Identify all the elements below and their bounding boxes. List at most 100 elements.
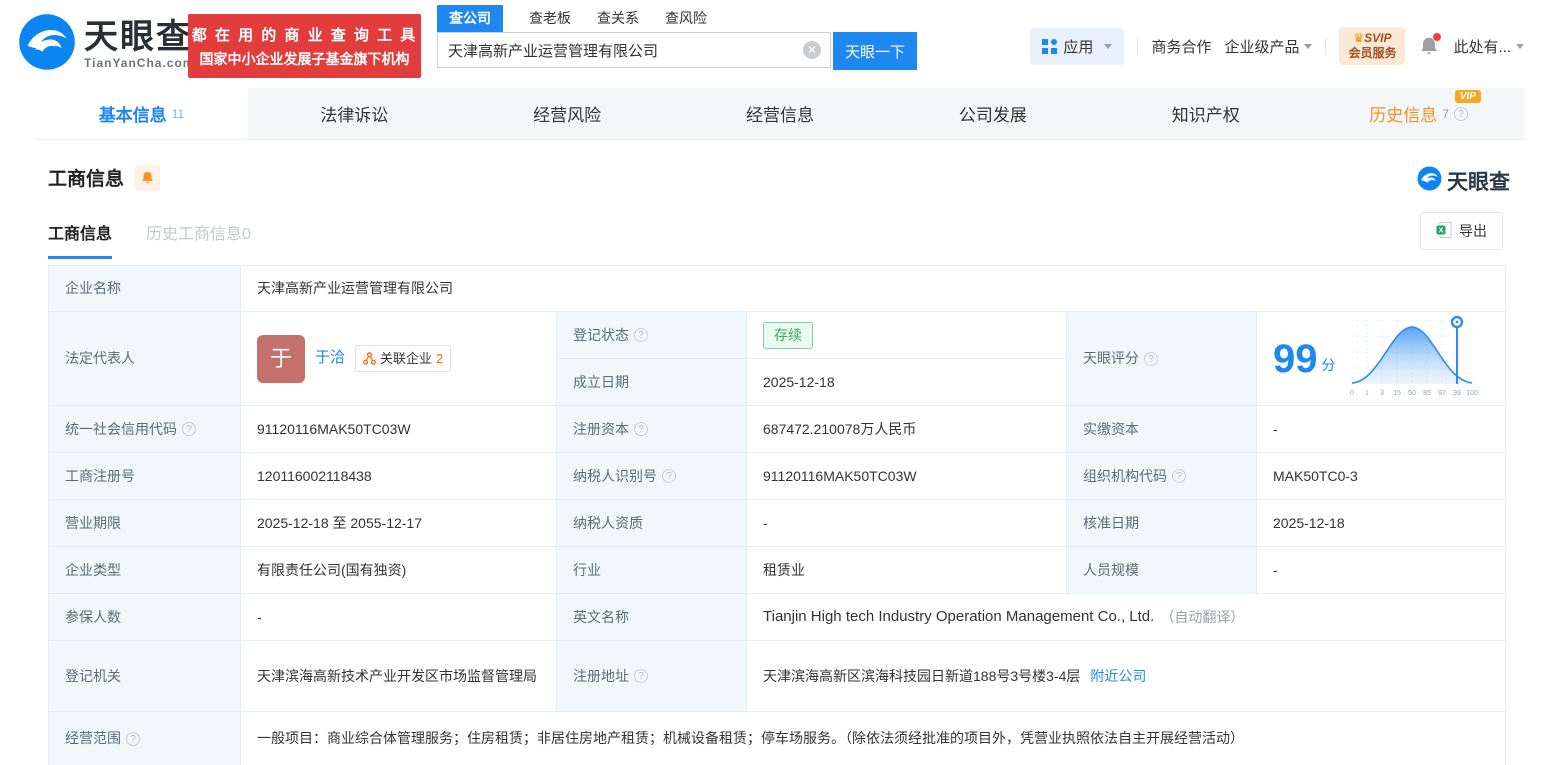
main-tabstrip: 基本信息 11 法律诉讼 经营风险 经营信息 公司发展 知识产权 VIP 历史信…	[35, 88, 1525, 140]
user-menu[interactable]: 此处有...	[1453, 36, 1524, 57]
search-tab-risk[interactable]: 查风险	[665, 8, 707, 32]
svip-sublabel: 会员服务	[1348, 46, 1397, 60]
promo-banner: 都 在 用 的 商 业 查 询 工 具 国家中小企业发展子基金旗下机构	[188, 14, 421, 78]
search-tab-relation[interactable]: 查关系	[597, 8, 639, 32]
svip-label: SVIP	[1364, 31, 1392, 45]
paid-capital-value: -	[1257, 406, 1506, 453]
nearby-companies-link[interactable]: 附近公司	[1090, 666, 1146, 687]
tab-company-development[interactable]: 公司发展	[886, 88, 1099, 139]
user-menu-label: 此处有...	[1453, 38, 1511, 56]
table-row: 营业期限 2025-12-18 至 2055-12-17 纳税人资质 - 核准日…	[49, 500, 1506, 547]
clear-search-icon[interactable]: ✕	[803, 41, 821, 59]
watermark-text: 天眼查	[1447, 171, 1510, 194]
help-icon[interactable]: ?	[182, 422, 196, 436]
tab-label: 经营风险	[533, 106, 602, 125]
legal-rep-avatar[interactable]: 于	[257, 334, 305, 383]
score-label: 天眼评分?	[1067, 312, 1257, 406]
label-text: 天眼评分	[1083, 350, 1139, 366]
subtab-history-business-info[interactable]: 历史工商信息0	[146, 220, 251, 259]
svg-text:100: 100	[1466, 390, 1478, 397]
taxpayer-id-value: 91120116MAK50TC03W	[747, 453, 1067, 500]
svip-member-badge[interactable]: ♛SVIP 会员服务	[1339, 27, 1406, 65]
banner-line1: 都 在 用 的 商 业 查 询 工 具	[191, 26, 418, 44]
svg-text:X: X	[1438, 225, 1443, 234]
company-type-label: 企业类型	[49, 547, 241, 594]
reg-authority-value: 天津滨海高新技术产业开发区市场监督管理局	[241, 641, 557, 712]
tab-label: 历史信息	[1369, 106, 1438, 125]
tab-basic-info[interactable]: 基本信息 11	[35, 88, 248, 139]
brand-name: 天眼查	[84, 17, 192, 56]
help-icon[interactable]: ?	[1144, 351, 1158, 366]
table-row: 企业名称 天津高新产业运营管理有限公司	[49, 266, 1506, 312]
reg-number-label: 工商注册号	[49, 453, 241, 500]
table-row: 参保人数 - 英文名称 Tianjin High tech Industry O…	[49, 594, 1506, 641]
company-type-value: 有限责任公司(国有独资)	[241, 547, 557, 594]
tab-label: 公司发展	[958, 106, 1027, 125]
industry-label: 行业	[557, 547, 747, 594]
help-icon[interactable]: ?	[634, 669, 648, 683]
reg-authority-label: 登记机关	[49, 641, 241, 712]
subtab-business-info[interactable]: 工商信息	[48, 220, 113, 259]
reg-status-label: 登记状态?	[557, 312, 747, 359]
help-icon[interactable]: ?	[634, 422, 648, 436]
label-text: 登记状态	[573, 326, 629, 343]
export-button[interactable]: X 导出	[1420, 212, 1503, 250]
nav-cooperation[interactable]: 商务合作	[1151, 36, 1211, 57]
search-area: 查公司 查老板 查关系 查风险 ✕ 天眼一下	[437, 5, 917, 70]
search-tab-boss[interactable]: 查老板	[529, 8, 571, 32]
svg-text:85: 85	[1423, 390, 1431, 397]
subtab-label: 历史工商信息	[146, 226, 243, 243]
search-button[interactable]: 天眼一下	[833, 32, 917, 70]
label-text: 统一社会信用代码	[65, 420, 177, 437]
tab-business-info[interactable]: 经营信息	[674, 88, 887, 139]
legal-rep-name-link[interactable]: 于洽	[315, 347, 345, 370]
help-icon[interactable]: ?	[662, 469, 676, 483]
help-icon[interactable]: ?	[634, 328, 648, 342]
related-company-count: 2	[436, 350, 444, 366]
tab-intellectual-property[interactable]: 知识产权	[1099, 88, 1312, 139]
apps-menu[interactable]: 应用	[1030, 27, 1125, 65]
taxpayer-quality-value: -	[747, 500, 1067, 547]
apps-grid-icon	[1042, 38, 1058, 54]
section-title: 工商信息	[48, 169, 125, 190]
subscribe-bell-icon[interactable]	[134, 164, 161, 191]
divider	[1137, 38, 1139, 54]
reg-address-value: 天津滨海高新区滨海科技园日新道188号3号楼3-4层 附近公司	[747, 641, 1506, 712]
score-number: 99	[1273, 336, 1318, 381]
help-icon[interactable]: ?	[1172, 469, 1186, 483]
crown-icon: ♛	[1353, 31, 1365, 45]
top-header: 天眼查 TianYanCha.com 都 在 用 的 商 业 查 询 工 具 国…	[0, 0, 1560, 88]
taxpayer-id-label: 纳税人识别号?	[557, 453, 747, 500]
notification-bell-icon[interactable]	[1418, 33, 1442, 57]
establish-date-value: 2025-12-18	[747, 359, 1067, 406]
company-name-label: 企业名称	[49, 266, 241, 312]
business-term-value: 2025-12-18 至 2055-12-17	[241, 500, 557, 547]
search-input[interactable]	[437, 32, 831, 68]
subtabs: 工商信息 历史工商信息0	[48, 220, 251, 259]
auto-translate-note: （自动翻译）	[1160, 608, 1245, 625]
related-company-badge[interactable]: 关联企业 2	[355, 344, 452, 373]
svg-text:97: 97	[1438, 390, 1446, 397]
tab-operating-risk[interactable]: 经营风险	[461, 88, 674, 139]
label-text: 组织机构代码	[1083, 467, 1167, 484]
brand-domain: TianYanCha.com	[84, 55, 195, 70]
tab-label: 经营信息	[746, 106, 814, 125]
staff-size-label: 人员规模	[1067, 547, 1257, 594]
tianyancha-logo[interactable]: 天眼查 TianYanCha.com	[18, 13, 194, 76]
reg-capital-value: 687472.210078万人民币	[747, 406, 1067, 453]
tab-legal[interactable]: 法律诉讼	[248, 88, 461, 139]
chevron-down-icon	[1104, 43, 1113, 49]
table-row: 经营范围? 一般项目：商业综合体管理服务；住房租赁；非居住房地产租赁；机械设备租…	[49, 712, 1506, 765]
insured-count-label: 参保人数	[49, 594, 241, 641]
label-text: 注册地址	[573, 667, 629, 684]
tab-history-info[interactable]: VIP 历史信息 7 ?	[1312, 88, 1525, 139]
help-icon[interactable]: ?	[126, 731, 140, 746]
search-tab-company[interactable]: 查公司	[437, 5, 503, 32]
svg-text:0: 0	[1350, 390, 1354, 397]
business-info-table: 企业名称 天津高新产业运营管理有限公司 法定代表人 于 于洽 关联企业 2 登记…	[48, 265, 1506, 765]
tab-label: 法律诉讼	[320, 106, 389, 125]
tab-label: 知识产权	[1171, 106, 1240, 125]
help-icon[interactable]: ?	[1453, 106, 1468, 121]
nav-enterprise[interactable]: 企业级产品	[1224, 36, 1313, 57]
score-value[interactable]: 99 分 0 1 3 15 50 85 97 99 100	[1257, 312, 1506, 406]
